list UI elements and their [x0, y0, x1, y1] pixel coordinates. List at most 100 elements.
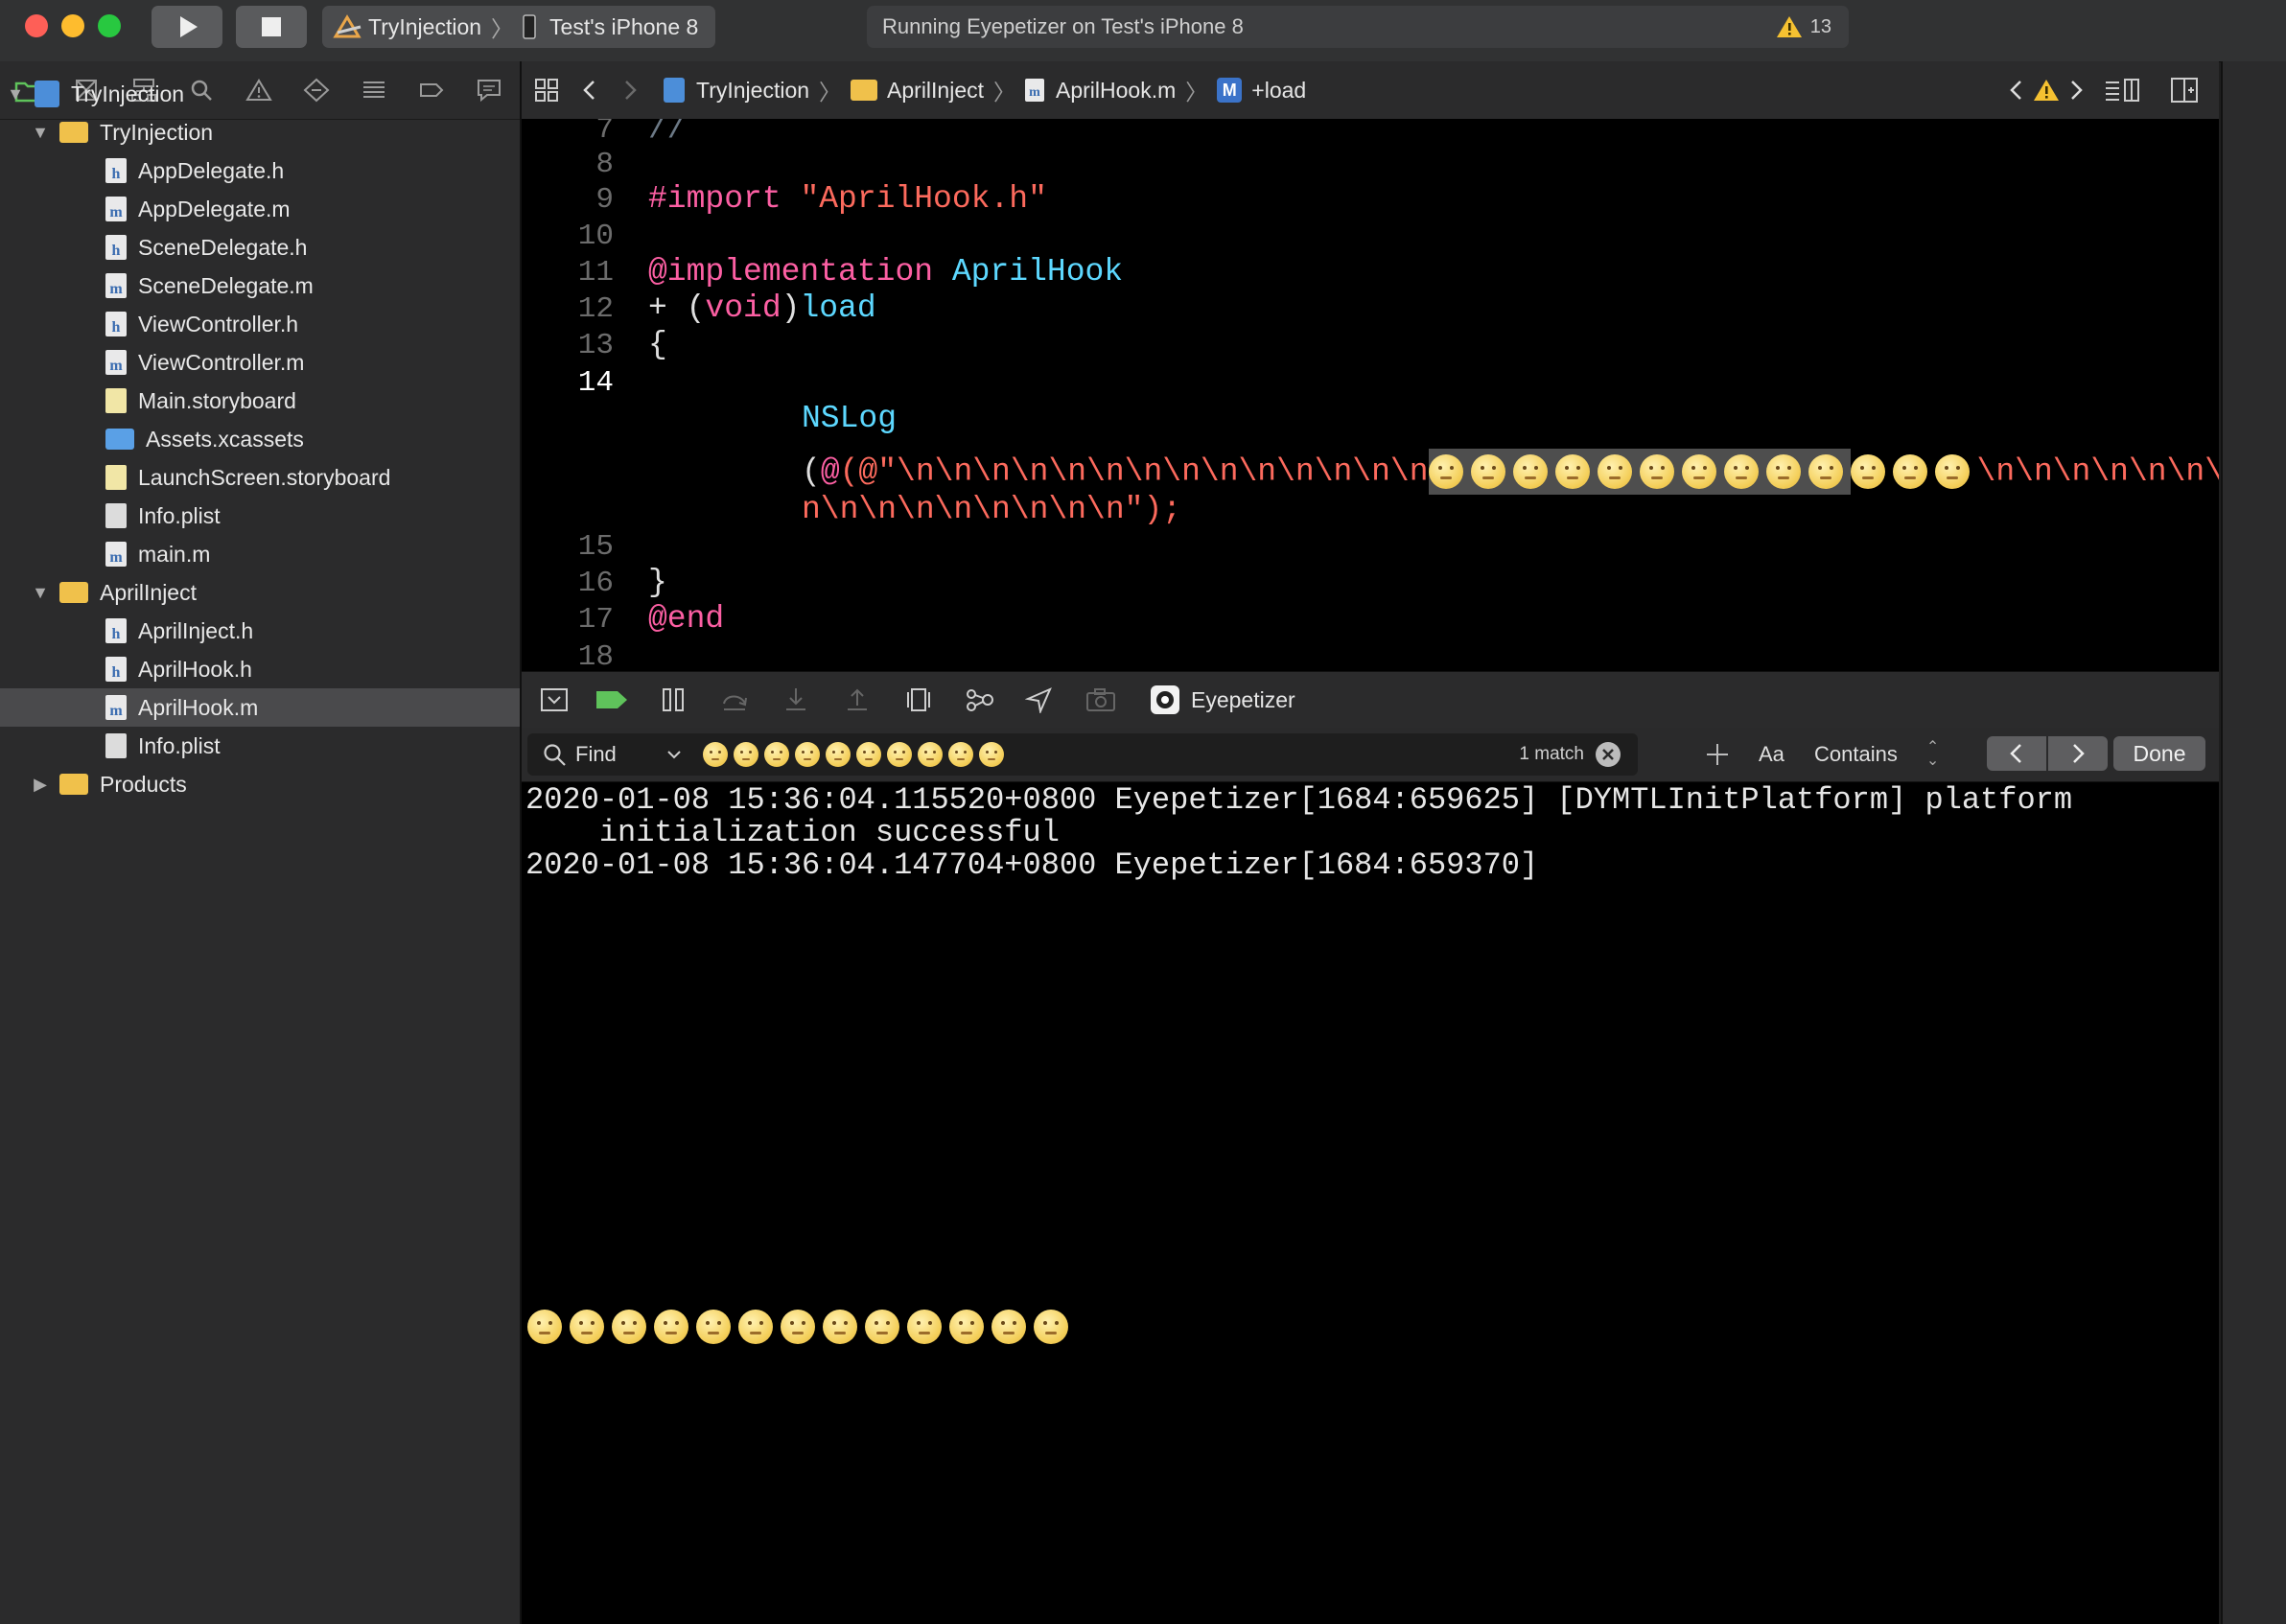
project-icon [35, 81, 59, 107]
navigator-item[interactable]: LaunchScreen.storyboard [0, 458, 520, 497]
source-file-icon: m [105, 542, 127, 567]
navigator-item-label: AppDelegate.h [138, 157, 285, 183]
crumb-group[interactable]: AprilInject [887, 78, 984, 104]
slightly-frowning-face-emoji [1808, 454, 1843, 490]
view-debugger-button[interactable] [901, 684, 936, 716]
find-next-button[interactable] [2048, 736, 2108, 771]
source-file-icon: m [105, 695, 127, 720]
slightly-frowning-face-emoji [823, 1310, 857, 1344]
match-mode-select[interactable]: Contains ⌃ ⌄ [1814, 733, 1939, 776]
chevron-left-icon [2010, 744, 2021, 763]
device-name: Test's iPhone 8 [549, 13, 699, 39]
step-into-button[interactable] [779, 684, 813, 716]
navigator-item[interactable]: m SceneDelegate.m [0, 267, 520, 305]
find-query[interactable] [702, 742, 1010, 767]
scheme-name: TryInjection [368, 13, 482, 39]
zoom-window-button[interactable] [98, 14, 121, 37]
xcode-app-icon [333, 14, 362, 38]
crumb-file[interactable]: AprilHook.m [1056, 78, 1176, 104]
nslog-emoji-tail [1850, 453, 1977, 490]
chevron-down-icon[interactable] [665, 745, 684, 764]
folder-icon [59, 774, 88, 795]
hide-debug-area-button[interactable] [537, 684, 572, 716]
find-field[interactable]: Find 1 match [527, 733, 1638, 776]
simulate-location-button[interactable] [1022, 684, 1057, 716]
add-pattern-icon[interactable] [1703, 740, 1732, 769]
breakpoints-toggle-button[interactable] [595, 684, 629, 716]
project-navigator: ▼ TryInjection ▼ TryInjection h AppDelegate.h… [0, 61, 522, 1624]
slightly-frowning-face-emoji [1765, 454, 1801, 490]
disclosure-expanded-icon[interactable]: ▼ [32, 583, 49, 602]
minimize-window-button[interactable] [61, 14, 84, 37]
slightly-frowning-face-emoji [1934, 453, 1970, 489]
match-case-button[interactable]: Aa [1759, 733, 1784, 776]
navigator-item[interactable]: m AprilHook.m [0, 688, 520, 727]
find-mode[interactable]: Find [575, 742, 617, 767]
navigator-item[interactable]: ▼ TryInjection [0, 113, 520, 151]
disclosure-expanded-icon[interactable]: ▼ [7, 84, 24, 104]
header-file-icon: h [105, 235, 127, 260]
chevron-right-icon: 〉 [993, 80, 1016, 104]
scheme-selector[interactable]: TryInjection 〉 Test's iPhone 8 [322, 6, 715, 48]
crumb-method[interactable]: +load [1251, 78, 1306, 104]
navigator-item[interactable]: h AprilInject.h [0, 612, 520, 650]
run-button[interactable] [152, 6, 222, 48]
disclosure-expanded-icon[interactable]: ▼ [32, 123, 49, 142]
slightly-frowning-face-emoji [1428, 454, 1463, 490]
current-line-number: 14 [577, 366, 614, 400]
disclosure-collapsed-icon[interactable]: ▶ [33, 775, 48, 794]
add-editor-icon[interactable] [2169, 76, 2200, 104]
console-output[interactable]: 2020-01-08 15:36:04.115520+0800 Eyepetiz… [522, 782, 2219, 1624]
navigator-item[interactable]: m AppDelegate.m [0, 190, 520, 228]
navigator-item[interactable]: Assets.xcassets [0, 420, 520, 458]
close-window-button[interactable] [25, 14, 48, 37]
stop-button[interactable] [236, 6, 307, 48]
forward-icon[interactable] [618, 77, 642, 104]
previous-issue-icon[interactable] [2006, 77, 2027, 104]
capture-gpu-button[interactable] [1084, 684, 1118, 716]
find-previous-button[interactable] [1987, 736, 2046, 771]
app-icon [1151, 685, 1179, 714]
navigator-item[interactable]: Main.storyboard [0, 382, 520, 420]
step-into-icon [786, 688, 805, 710]
step-over-button[interactable] [717, 684, 752, 716]
warning-count[interactable]: 13 [1810, 16, 1831, 38]
source-editor[interactable]: 7 8 9 10 11 12 13 14 15 16 17 18 // #imp… [522, 119, 2219, 671]
back-icon[interactable] [577, 77, 602, 104]
next-issue-icon[interactable] [2065, 77, 2087, 104]
slightly-frowning-face-emoji [825, 742, 851, 767]
related-items-icon[interactable] [533, 77, 562, 104]
navigator-item[interactable]: m ViewController.m [0, 343, 520, 382]
done-button[interactable]: Done [2113, 736, 2205, 771]
code-nslog: NSLog [802, 401, 898, 436]
navigator-item[interactable]: ▶ Products [0, 765, 520, 803]
slightly-frowning-face-emoji [1850, 453, 1885, 489]
line-number: 16 [577, 567, 614, 600]
navigator-item[interactable]: h SceneDelegate.h [0, 228, 520, 267]
m-file-icon: m [1025, 79, 1045, 102]
code-open-brace: { [648, 327, 667, 362]
crumb-project[interactable]: TryInjection [696, 78, 809, 104]
slightly-frowning-face-emoji [855, 742, 881, 767]
warning-icon[interactable] [2033, 78, 2060, 103]
editor-options-icon[interactable] [2104, 77, 2142, 104]
method-icon: M [1217, 78, 1243, 103]
navigator-item[interactable]: Info.plist [0, 727, 520, 765]
navigator-item[interactable]: m main.m [0, 535, 520, 573]
navigator-item[interactable]: ▼ TryInjection [0, 75, 520, 113]
navigator-item[interactable]: h ViewController.h [0, 305, 520, 343]
navigator-item[interactable]: h AprilHook.h [0, 650, 520, 688]
slightly-frowning-face-emoji [917, 742, 943, 767]
navigator-item[interactable]: ▼ AprilInject [0, 573, 520, 612]
header-file-icon: h [105, 657, 127, 682]
navigator-item[interactable]: h AppDelegate.h [0, 151, 520, 190]
warning-icon[interactable] [1776, 14, 1803, 39]
memory-graph-button[interactable] [963, 684, 997, 716]
pause-button[interactable] [656, 684, 690, 716]
navigator-item[interactable]: Info.plist [0, 497, 520, 535]
process-selector[interactable]: Eyepetizer [1151, 684, 1295, 716]
clear-search-icon[interactable] [1596, 742, 1621, 767]
console-line: 2020-01-08 15:36:04.115520+0800 Eyepetiz… [525, 782, 2073, 818]
step-out-button[interactable] [840, 684, 875, 716]
